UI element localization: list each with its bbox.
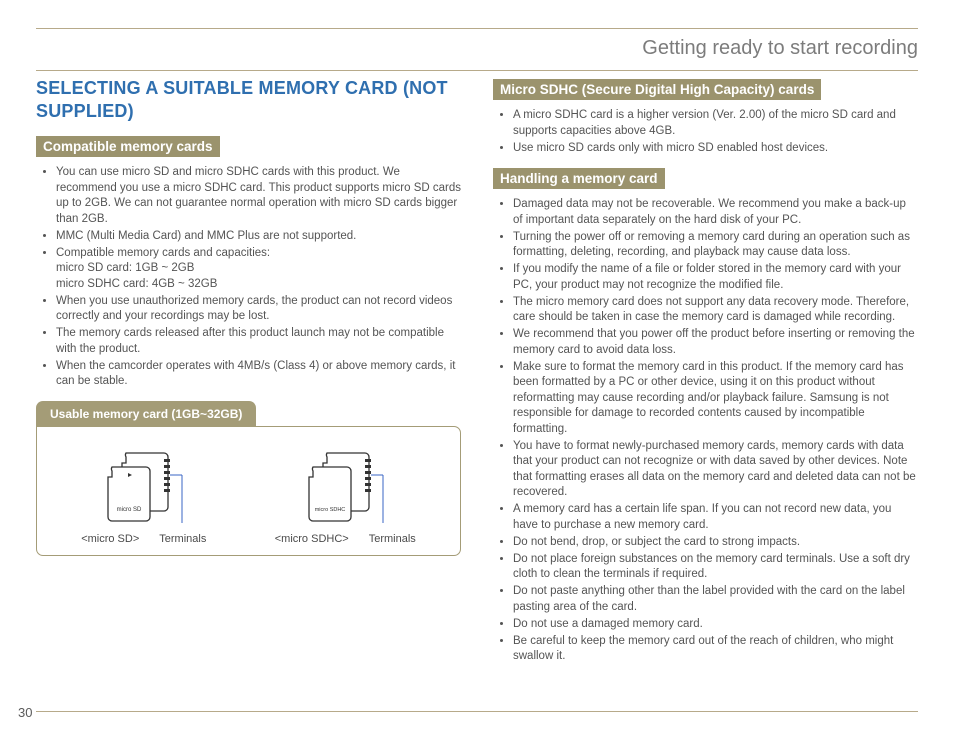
- callout-body: micro SD <micro SD> Terminals: [36, 426, 461, 556]
- microsd-icon: micro SD: [104, 451, 184, 523]
- list-item: You have to format newly-purchased memor…: [513, 439, 918, 501]
- subhead-compatible: Compatible memory cards: [36, 136, 220, 157]
- microsdhc-icon: micro SDHC: [305, 451, 385, 523]
- svg-text:micro SDHC: micro SDHC: [315, 507, 346, 513]
- svg-text:micro SD: micro SD: [116, 507, 141, 513]
- list-item: When you use unauthorized memory cards, …: [56, 294, 461, 325]
- list-item: Do not use a damaged memory card.: [513, 617, 918, 633]
- microsd-label: <micro SD>: [81, 533, 139, 545]
- list-item: Damaged data may not be recoverable. We …: [513, 197, 918, 228]
- usable-card-callout: Usable memory card (1GB~32GB): [36, 400, 461, 556]
- subhead-handling: Handling a memory card: [493, 168, 665, 189]
- list-item: Do not place foreign substances on the m…: [513, 552, 918, 583]
- list-item: A micro SDHC card is a higher version (V…: [513, 108, 918, 139]
- list-item: Be careful to keep the memory card out o…: [513, 634, 918, 665]
- left-column: SELECTING A SUITABLE MEMORY CARD (NOT SU…: [36, 77, 461, 701]
- list-item: The memory cards released after this pro…: [56, 326, 461, 357]
- bottom-rule: [36, 711, 918, 712]
- list-item: A memory card has a certain life span. I…: [513, 502, 918, 533]
- list-item: Use micro SD cards only with micro SD en…: [513, 141, 918, 157]
- list-item: MMC (Multi Media Card) and MMC Plus are …: [56, 229, 461, 245]
- subhead-sdhc: Micro SDHC (Secure Digital High Capacity…: [493, 79, 821, 100]
- callout-title: Usable memory card (1GB~32GB): [36, 401, 256, 427]
- list-item: Do not bend, drop, or subject the card t…: [513, 535, 918, 551]
- terminals-label-2: Terminals: [369, 533, 416, 545]
- list-item: We recommend that you power off the prod…: [513, 327, 918, 358]
- list-item: Do not paste anything other than the lab…: [513, 584, 918, 615]
- compatible-list: You can use micro SD and micro SDHC card…: [36, 165, 461, 390]
- list-item: You can use micro SD and micro SDHC card…: [56, 165, 461, 227]
- list-item: If you modify the name of a file or fold…: [513, 262, 918, 293]
- list-item: The micro memory card does not support a…: [513, 295, 918, 326]
- microsdhc-block: micro SDHC <micro SDHC> Terminals: [275, 451, 416, 545]
- microsdhc-label: <micro SDHC>: [275, 533, 349, 545]
- sdhc-list: A micro SDHC card is a higher version (V…: [493, 108, 918, 156]
- handling-list: Damaged data may not be recoverable. We …: [493, 197, 918, 665]
- chapter-title: Getting ready to start recording: [36, 29, 918, 70]
- right-column: Micro SDHC (Secure Digital High Capacity…: [493, 77, 918, 701]
- list-item: When the camcorder operates with 4MB/s (…: [56, 359, 461, 390]
- list-item: Turning the power off or removing a memo…: [513, 230, 918, 261]
- page-number: 30: [18, 705, 32, 720]
- page-heading: SELECTING A SUITABLE MEMORY CARD (NOT SU…: [36, 77, 461, 122]
- terminals-label-1: Terminals: [159, 533, 206, 545]
- microsd-block: micro SD <micro SD> Terminals: [81, 451, 206, 545]
- list-item: Compatible memory cards and capacities: …: [56, 246, 461, 293]
- list-item: Make sure to format the memory card in t…: [513, 360, 918, 438]
